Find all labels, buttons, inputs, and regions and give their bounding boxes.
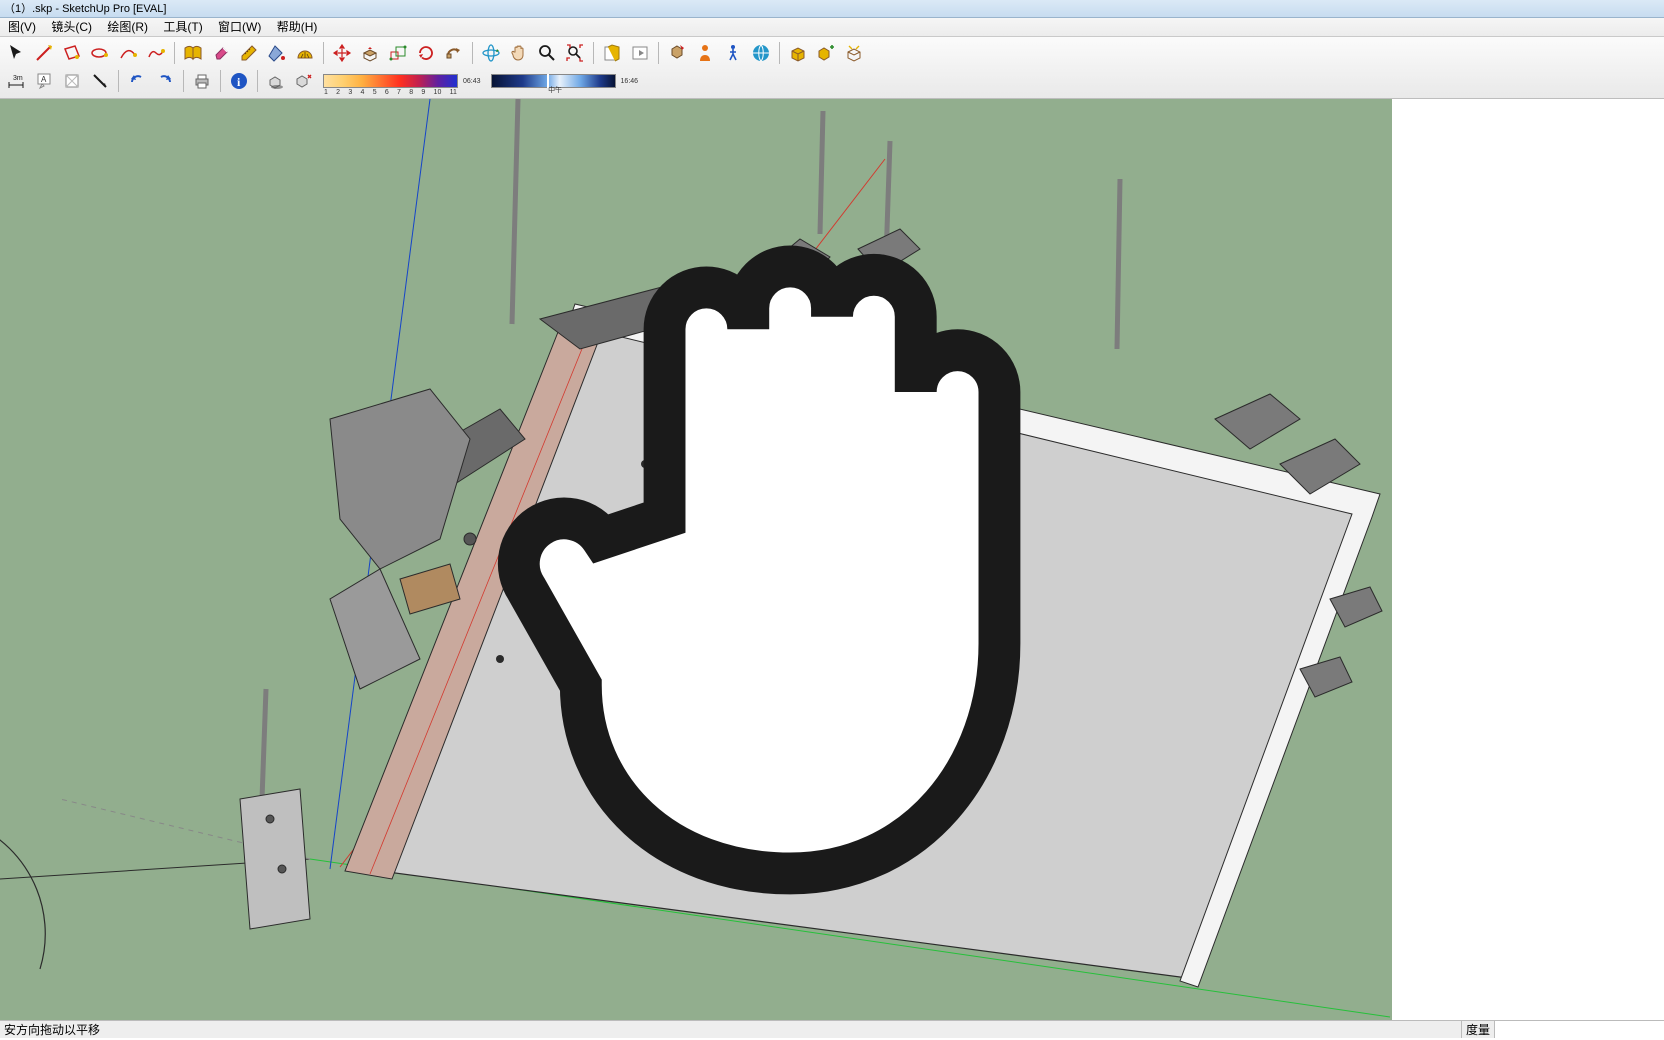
viewport-3d[interactable] bbox=[0, 99, 1664, 1020]
shadow-time-end: 16:46 bbox=[618, 78, 642, 85]
print-tool[interactable] bbox=[189, 68, 215, 94]
open-book-tool[interactable] bbox=[180, 40, 206, 66]
dimension-tool[interactable]: 3m bbox=[3, 68, 29, 94]
svg-text:3m: 3m bbox=[13, 75, 23, 82]
move-tool[interactable] bbox=[329, 40, 355, 66]
rectangle-tool[interactable] bbox=[59, 40, 85, 66]
toolbars: 3m A i 12 34 56 78 910 11 06 bbox=[0, 37, 1664, 99]
zoom-tool[interactable] bbox=[534, 40, 560, 66]
zoom-extents-tool[interactable] bbox=[562, 40, 588, 66]
menubar: 图(V) 镜头(C) 绘图(R) 工具(T) 窗口(W) 帮助(H) bbox=[0, 18, 1664, 37]
section-tool[interactable] bbox=[59, 68, 85, 94]
date-spectrum[interactable]: 12 34 56 78 910 11 bbox=[323, 74, 458, 88]
undo-tool[interactable] bbox=[124, 68, 150, 94]
walk-tool[interactable] bbox=[720, 40, 746, 66]
measurement-label: 度量 bbox=[1461, 1021, 1494, 1038]
shadow-time-start: 06:43 bbox=[460, 78, 484, 85]
redo-tool[interactable] bbox=[152, 68, 178, 94]
text-tool[interactable]: A bbox=[31, 68, 57, 94]
hanger-bracket bbox=[240, 789, 310, 929]
paint-bucket-tool[interactable] bbox=[264, 40, 290, 66]
box-plus-tool[interactable] bbox=[813, 40, 839, 66]
shadow-settings-tool[interactable] bbox=[291, 68, 317, 94]
arc-tool[interactable] bbox=[115, 40, 141, 66]
axes-tool[interactable] bbox=[87, 68, 113, 94]
new-scene-tool[interactable] bbox=[599, 40, 625, 66]
menu-help[interactable]: 帮助(H) bbox=[271, 18, 324, 37]
circle-tool[interactable] bbox=[87, 40, 113, 66]
rotate-tool[interactable] bbox=[413, 40, 439, 66]
place-component-tool[interactable] bbox=[664, 40, 690, 66]
box-tool[interactable] bbox=[785, 40, 811, 66]
pushpull-tool[interactable] bbox=[357, 40, 383, 66]
menu-camera[interactable]: 镜头(C) bbox=[45, 18, 98, 37]
eraser-tool[interactable] bbox=[208, 40, 234, 66]
svg-text:A: A bbox=[41, 75, 47, 84]
menu-window[interactable]: 窗口(W) bbox=[212, 18, 267, 37]
status-hint: 安方向拖动以平移 bbox=[0, 1021, 1461, 1038]
menu-tools[interactable]: 工具(T) bbox=[157, 18, 208, 37]
shadow-date-slider[interactable]: 12 34 56 78 910 11 06:43 16:46 bbox=[323, 74, 641, 88]
pan-tool[interactable] bbox=[506, 40, 532, 66]
box-open-tool[interactable] bbox=[841, 40, 867, 66]
measurement-input[interactable] bbox=[1494, 1021, 1664, 1038]
polygon-tool[interactable] bbox=[143, 40, 169, 66]
shadow-time-mid: 中午 bbox=[545, 85, 565, 95]
model-info-tool[interactable]: i bbox=[226, 68, 252, 94]
guide-arc bbox=[0, 819, 45, 969]
shadow-toggle-tool[interactable] bbox=[263, 68, 289, 94]
toolbar-row-2: 3m A i 12 34 56 78 910 11 06 bbox=[3, 67, 1661, 95]
line-tool[interactable] bbox=[31, 40, 57, 66]
toolbar-row-1 bbox=[3, 39, 1661, 67]
menu-view[interactable]: 图(V) bbox=[2, 18, 42, 37]
statusbar: 安方向拖动以平移 度量 bbox=[0, 1020, 1664, 1038]
select-tool[interactable] bbox=[3, 40, 29, 66]
titlebar: （1）.skp - SketchUp Pro [EVAL] bbox=[0, 0, 1664, 18]
model-canvas bbox=[0, 99, 1664, 1020]
scale-tool[interactable] bbox=[385, 40, 411, 66]
menu-draw[interactable]: 绘图(R) bbox=[101, 18, 154, 37]
followme-tool[interactable] bbox=[441, 40, 467, 66]
tape-tool[interactable] bbox=[236, 40, 262, 66]
next-scene-tool[interactable] bbox=[627, 40, 653, 66]
protractor-tool[interactable] bbox=[292, 40, 318, 66]
person-tool[interactable] bbox=[692, 40, 718, 66]
3d-warehouse-tool[interactable] bbox=[748, 40, 774, 66]
window-title: （1）.skp - SketchUp Pro [EVAL] bbox=[4, 3, 166, 15]
orbit-tool[interactable] bbox=[478, 40, 504, 66]
